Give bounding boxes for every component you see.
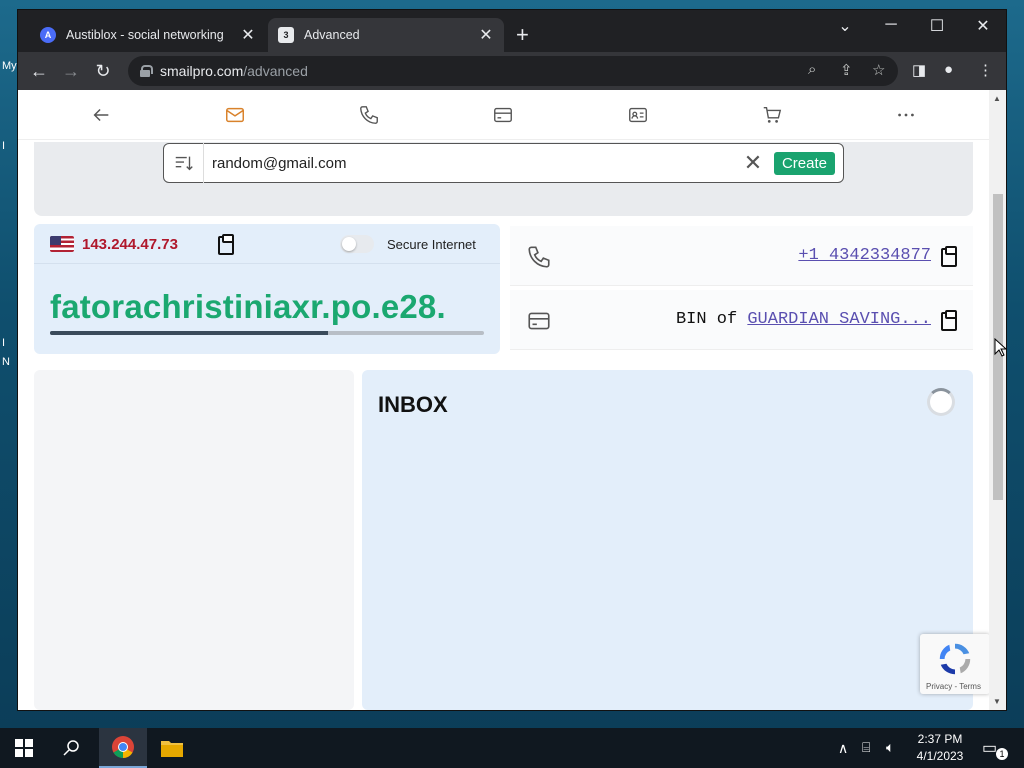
browser-toolbar: ← → ↻ smailpro.com/advanced ⌕ ⇪ ☆ ◨ ● ⋮ xyxy=(18,52,1006,90)
refresh-spinner-icon[interactable] xyxy=(927,388,955,416)
us-flag-icon xyxy=(50,236,74,252)
app-nav-bar xyxy=(18,90,989,140)
smailpro-favicon-icon: 3 xyxy=(278,27,294,43)
chrome-taskbar-icon[interactable] xyxy=(99,728,147,768)
credit-card-icon[interactable] xyxy=(490,102,516,128)
email-progress-fill xyxy=(50,331,328,335)
more-icon[interactable] xyxy=(893,102,919,128)
mouse-cursor-icon xyxy=(994,338,1008,357)
new-tab-plus-icon[interactable]: + xyxy=(516,24,529,46)
scroll-down-icon[interactable]: ▼ xyxy=(993,697,1001,706)
phone-number-link[interactable]: +1 4342334877 xyxy=(798,246,931,265)
tab-close-icon[interactable]: ✕ xyxy=(240,25,256,45)
ip-address: 143.244.47.73 xyxy=(82,236,178,253)
forward-icon[interactable]: → xyxy=(60,60,82,82)
start-windows-icon[interactable] xyxy=(0,728,48,768)
secure-internet-label: Secure Internet xyxy=(387,237,476,252)
side-panel-icon[interactable]: ◨ xyxy=(912,61,926,79)
back-arrow-icon[interactable] xyxy=(88,102,114,128)
clipboard-icon[interactable] xyxy=(941,310,957,331)
clipboard-icon[interactable] xyxy=(941,246,957,267)
tab-search-chevron-icon[interactable]: ⌄ xyxy=(830,16,860,36)
zoom-search-icon[interactable]: ⌕ xyxy=(808,61,816,78)
bin-text: BIN of GUARDIAN SAVING... xyxy=(676,310,931,329)
phone-icon[interactable] xyxy=(356,102,382,128)
credit-card-icon xyxy=(528,312,550,330)
clock-time[interactable]: 2:37 PM xyxy=(912,732,968,746)
page-viewport: ✕ Create 143.244.47.73 Secure Internet f… xyxy=(18,90,1006,710)
secure-internet-toggle[interactable] xyxy=(340,235,374,253)
close-window-icon[interactable]: ✕ xyxy=(968,16,998,36)
austiblox-favicon-icon: A xyxy=(40,27,56,43)
create-button[interactable]: Create xyxy=(773,151,835,175)
tray-chevron-icon[interactable]: ∧ xyxy=(838,740,848,757)
lock-icon[interactable] xyxy=(140,65,153,77)
bookmark-star-icon[interactable]: ☆ xyxy=(872,61,885,79)
bin-panel: BIN of GUARDIAN SAVING... xyxy=(510,290,973,350)
desktop-icon-label: N xyxy=(2,356,10,368)
tab-close-icon[interactable]: ✕ xyxy=(478,25,494,45)
clear-icon[interactable]: ✕ xyxy=(738,150,768,176)
maximize-icon[interactable]: ☐ xyxy=(922,16,952,36)
id-card-icon[interactable] xyxy=(625,102,651,128)
tab-title: Austiblox - social networking xyxy=(66,28,224,42)
recaptcha-badge[interactable]: Privacy - Terms xyxy=(920,634,990,694)
generated-email[interactable]: fatorachristiniaxr.po.e28. xyxy=(50,288,446,326)
email-input[interactable] xyxy=(204,154,738,172)
tab-advanced[interactable]: 3 Advanced ✕ xyxy=(268,18,504,52)
desktop-icon-label: I xyxy=(2,140,6,152)
minimize-icon[interactable]: ─ xyxy=(876,16,906,34)
mail-icon[interactable] xyxy=(222,102,248,128)
notification-count: 1 xyxy=(996,748,1008,760)
share-icon[interactable]: ⇪ xyxy=(840,61,853,79)
search-icon[interactable] xyxy=(48,728,96,768)
recaptcha-terms[interactable]: Privacy - Terms xyxy=(926,682,981,691)
browser-window: A Austiblox - social networking ✕ 3 Adva… xyxy=(18,10,1006,710)
notification-icon[interactable]: ▭ xyxy=(982,738,997,758)
sort-icon[interactable] xyxy=(164,143,204,183)
message-list-pane xyxy=(34,370,354,710)
desktop-icon-label: I xyxy=(2,337,6,349)
bin-prefix: BIN of xyxy=(675,310,748,329)
network-icon[interactable]: ⌸ xyxy=(862,739,870,756)
cart-icon[interactable] xyxy=(759,102,785,128)
address-bar[interactable]: smailpro.com/advanced ⌕ ⇪ ☆ xyxy=(128,56,898,86)
phone-number-panel: +1 4342334877 xyxy=(510,226,973,286)
scroll-up-icon[interactable]: ▲ xyxy=(993,94,1001,103)
phone-icon xyxy=(528,246,550,268)
desktop-icon-label: My xyxy=(2,60,17,72)
tab-strip: A Austiblox - social networking ✕ 3 Adva… xyxy=(18,10,1006,52)
taskbar: ∧ ⌸ 🔈︎ 2:37 PM 4/1/2023 ▭ 1 xyxy=(0,728,1024,768)
url-path: /advanced xyxy=(243,63,308,79)
tab-austiblox[interactable]: A Austiblox - social networking ✕ xyxy=(30,18,266,52)
inbox-title: INBOX xyxy=(378,392,448,417)
reload-icon[interactable]: ↻ xyxy=(92,60,114,82)
back-icon[interactable]: ← xyxy=(28,60,50,82)
email-info-panel: 143.244.47.73 Secure Internet fatorachri… xyxy=(34,224,500,354)
recaptcha-logo-icon xyxy=(939,643,971,675)
volume-icon[interactable]: 🔈︎ xyxy=(886,739,894,756)
inbox-pane: INBOX xyxy=(362,370,973,710)
email-progress-bar xyxy=(50,331,484,335)
menu-dots-icon[interactable]: ⋮ xyxy=(978,61,993,79)
clock-date[interactable]: 4/1/2023 xyxy=(912,749,968,763)
file-explorer-icon[interactable] xyxy=(148,728,196,768)
clipboard-icon[interactable] xyxy=(218,234,234,255)
tab-title: Advanced xyxy=(304,28,360,42)
email-generator-bar: ✕ Create xyxy=(163,143,844,183)
url-host: smailpro.com xyxy=(160,63,244,79)
info-header: 143.244.47.73 Secure Internet xyxy=(34,224,500,264)
profile-icon[interactable]: ● xyxy=(944,61,953,78)
bin-bank-link[interactable]: GUARDIAN SAVING... xyxy=(747,310,931,329)
page-scrollbar[interactable]: ▲ ▼ xyxy=(989,90,1006,710)
